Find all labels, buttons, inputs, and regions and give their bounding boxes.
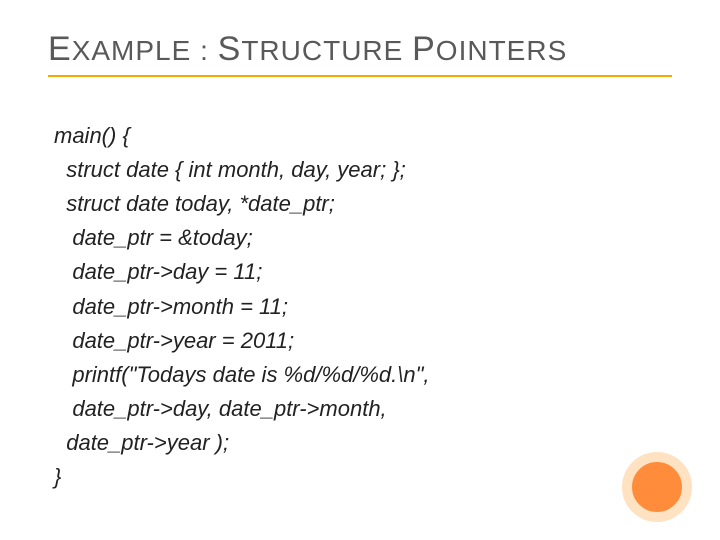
decorative-circle-icon	[622, 452, 692, 522]
code-line: date_ptr->year );	[54, 430, 229, 455]
title-colon: :	[191, 35, 217, 66]
title-ointers: OINTERS	[436, 35, 567, 66]
title-xample: XAMPLE	[72, 35, 192, 66]
title-cap-s: S	[218, 30, 242, 68]
code-line: date_ptr->day, date_ptr->month,	[54, 396, 387, 421]
code-line: date_ptr = &today;	[54, 225, 253, 250]
title-tructure: TRUCTURE	[241, 35, 403, 66]
title-cap-p: P	[412, 30, 436, 68]
code-block: main() { struct date { int month, day, y…	[48, 85, 672, 528]
code-line: struct date today, *date_ptr;	[54, 191, 335, 216]
code-line: printf("Todays date is %d/%d/%d.\n",	[54, 362, 430, 387]
title-space	[403, 35, 412, 66]
title-cap-e: E	[48, 30, 72, 68]
code-line: date_ptr->month = 11;	[54, 294, 288, 319]
slide-title: EXAMPLE : STRUCTURE POINTERS	[48, 30, 672, 73]
slide: EXAMPLE : STRUCTURE POINTERS main() { st…	[0, 0, 720, 528]
code-line: main() {	[54, 123, 130, 148]
code-line: date_ptr->day = 11;	[54, 259, 262, 284]
code-line: struct date { int month, day, year; };	[54, 157, 406, 182]
code-line: }	[54, 464, 61, 489]
code-line: date_ptr->year = 2011;	[54, 328, 294, 353]
title-underline	[48, 75, 672, 77]
